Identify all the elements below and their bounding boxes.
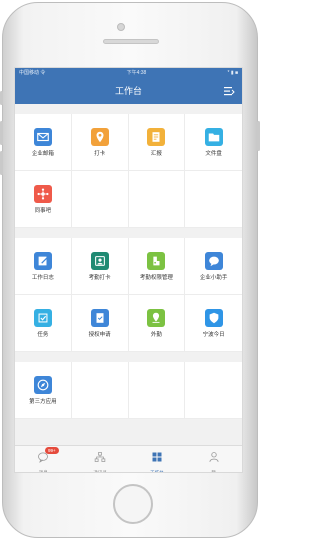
assistant-chat-icon xyxy=(204,252,223,270)
contacts-tree-icon xyxy=(94,450,106,468)
person-icon xyxy=(208,450,220,468)
empty-tile xyxy=(128,171,186,228)
app-tile[interactable]: 授权申请 xyxy=(71,295,129,352)
app-tile[interactable]: 考勤权限管理 xyxy=(128,238,186,295)
app-tile[interactable]: 任务 xyxy=(15,295,72,352)
power-button xyxy=(257,121,260,151)
earpiece-speaker xyxy=(103,39,159,44)
app-tile[interactable]: 第三方应用 xyxy=(15,362,72,419)
news-shield-icon xyxy=(204,309,223,327)
folder-icon xyxy=(204,128,223,146)
network-icon xyxy=(33,185,52,203)
tab-3[interactable]: 我 xyxy=(185,446,242,472)
app-tile-label: 企业邮箱 xyxy=(31,151,54,157)
app-tile[interactable]: 打卡 xyxy=(71,114,129,171)
app-tile-label: 同事吧 xyxy=(34,208,52,214)
task-icon xyxy=(33,309,52,327)
app-grid: 工作日志 考勤打卡 考勤权限管理 企业小助手任务 授权申请 外勤 宁波今日 xyxy=(15,238,242,352)
app-tile-label: 打卡 xyxy=(94,151,106,157)
tab-0[interactable]: 消息 99+ xyxy=(15,446,72,472)
carrier-text: 中国移动 令 xyxy=(19,70,46,76)
empty-tile xyxy=(128,362,186,419)
app-grid: 第三方应用 xyxy=(15,362,242,419)
volume-up-button xyxy=(0,121,3,145)
volume-down-button xyxy=(0,151,3,175)
edit-log-icon xyxy=(33,252,52,270)
tab-2[interactable]: 工作台 xyxy=(129,446,186,472)
app-screen: 中国移动 令 下午4:38 * ▮ ■ 工作台 企业邮箱 打卡 汇报 文件盘 同事吧 工作… xyxy=(14,67,243,473)
list-icon[interactable] xyxy=(223,85,235,97)
app-tile[interactable]: 企业邮箱 xyxy=(15,114,72,171)
empty-tile xyxy=(71,362,129,419)
nav-bar: 工作台 xyxy=(15,77,242,104)
app-tile[interactable]: 企业小助手 xyxy=(185,238,242,295)
app-tile-label: 文件盘 xyxy=(205,151,222,157)
authorization-icon xyxy=(90,309,109,327)
page-title: 工作台 xyxy=(114,86,142,96)
clock-text: 下午4:38 xyxy=(126,70,147,76)
tab-label: 工作台 xyxy=(150,470,164,473)
location-pin-icon xyxy=(90,128,109,146)
app-tile-label: 任务 xyxy=(37,332,49,338)
grid-icon xyxy=(151,450,163,468)
app-sections: 企业邮箱 打卡 汇报 文件盘同事吧工作日志 考勤打卡 考勤权限管理 企业小助手任务 授权申请 外… xyxy=(15,114,242,419)
front-camera xyxy=(117,23,125,31)
tab-label: 消息 xyxy=(38,470,48,473)
tab-bar: 消息 99+ 通讯录 工作台 我 xyxy=(15,445,242,472)
app-tile[interactable]: 宁波今日 xyxy=(185,295,242,352)
status-bar: 中国移动 令 下午4:38 * ▮ ■ xyxy=(15,68,242,77)
tab-label: 通讯录 xyxy=(93,470,107,473)
app-tile[interactable]: 同事吧 xyxy=(15,171,72,228)
empty-tile xyxy=(185,171,242,228)
report-icon xyxy=(147,128,166,146)
app-tile-label: 汇报 xyxy=(150,151,162,157)
app-tile-label: 宁波今日 xyxy=(202,332,225,338)
mail-icon xyxy=(33,128,52,146)
app-tile[interactable]: 汇报 xyxy=(128,114,186,171)
app-tile-label: 第三方应用 xyxy=(29,399,57,405)
app-tile[interactable]: 外勤 xyxy=(128,295,186,352)
app-tile[interactable]: 工作日志 xyxy=(15,238,72,295)
app-tile-label: 外勤 xyxy=(150,332,162,338)
empty-tile xyxy=(185,362,242,419)
app-tile-label: 工作日志 xyxy=(31,275,54,281)
home-button[interactable] xyxy=(113,484,153,524)
app-section-3: 第三方应用 xyxy=(15,362,242,419)
mute-switch xyxy=(0,91,3,105)
app-tile-label: 考勤权限管理 xyxy=(139,275,173,281)
app-section-2: 工作日志 考勤打卡 考勤权限管理 企业小助手任务 授权申请 外勤 宁波今日 xyxy=(15,238,242,352)
app-tile[interactable]: 文件盘 xyxy=(185,114,242,171)
unread-badge: 99+ xyxy=(45,447,59,454)
compass-icon xyxy=(33,376,52,394)
permission-icon xyxy=(147,252,166,270)
empty-tile xyxy=(71,171,129,228)
app-section-1: 企业邮箱 打卡 汇报 文件盘同事吧 xyxy=(15,114,242,228)
app-tile-label: 考勤打卡 xyxy=(88,275,111,281)
tab-1[interactable]: 通讯录 xyxy=(72,446,129,472)
app-tile[interactable]: 考勤打卡 xyxy=(71,238,129,295)
app-tile-label: 企业小助手 xyxy=(199,275,228,281)
app-grid: 企业邮箱 打卡 汇报 文件盘同事吧 xyxy=(15,114,242,228)
tab-label: 我 xyxy=(211,470,216,473)
app-tile-label: 授权申请 xyxy=(88,332,111,338)
field-location-icon xyxy=(147,309,166,327)
attendance-icon xyxy=(90,252,109,270)
battery-indicator: * ▮ ■ xyxy=(227,69,239,76)
